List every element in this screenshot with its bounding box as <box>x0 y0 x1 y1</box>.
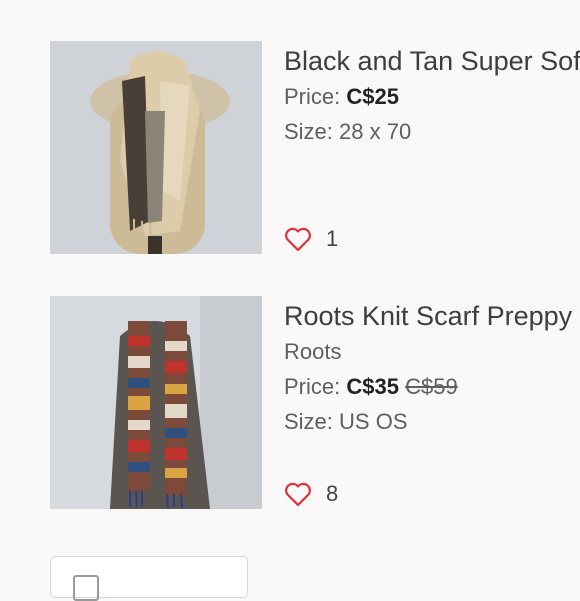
like-count: 1 <box>326 226 339 251</box>
original-price: C$59 <box>405 374 458 399</box>
listing-title[interactable]: Black and Tan Super Soft Scarf <box>284 43 580 79</box>
bottom-action-card[interactable] <box>50 556 248 601</box>
size-line: Size: US OS <box>284 404 580 439</box>
size-value: 28 x 70 <box>339 119 412 144</box>
listing-info: Roots Knit Scarf Preppy Roots Price: C$3… <box>284 296 580 439</box>
price-value: C$25 <box>346 84 399 109</box>
checkbox-icon[interactable] <box>73 575 99 601</box>
size-line: Size: 28 x 70 <box>284 114 580 149</box>
scarf-photo-image <box>50 41 262 254</box>
size-label: Size: <box>284 119 333 144</box>
like-button[interactable]: 1 <box>284 224 338 254</box>
listing-image[interactable] <box>50 41 262 254</box>
size-value: US OS <box>339 409 408 434</box>
price-value: C$35 <box>346 374 399 399</box>
like-button[interactable]: 8 <box>284 479 338 509</box>
size-label: Size: <box>284 409 333 434</box>
listing-image[interactable] <box>50 296 262 509</box>
listing-title[interactable]: Roots Knit Scarf Preppy <box>284 298 580 334</box>
listing-card[interactable]: Roots Knit Scarf Preppy Roots Price: C$3… <box>50 296 580 509</box>
heart-outline-icon <box>285 227 311 252</box>
scarf-photo-image <box>50 296 262 509</box>
price-line: Price: C$25 <box>284 79 580 114</box>
heart-outline-icon <box>285 482 311 507</box>
like-count: 8 <box>326 481 339 506</box>
price-label: Price: <box>284 84 341 109</box>
listing-info: Black and Tan Super Soft Scarf Price: C$… <box>284 41 580 149</box>
listing-card[interactable]: Black and Tan Super Soft Scarf Price: C$… <box>50 41 580 254</box>
price-label: Price: <box>284 374 341 399</box>
price-line: Price: C$35 C$59 <box>284 369 580 404</box>
brand-line[interactable]: Roots <box>284 334 580 369</box>
